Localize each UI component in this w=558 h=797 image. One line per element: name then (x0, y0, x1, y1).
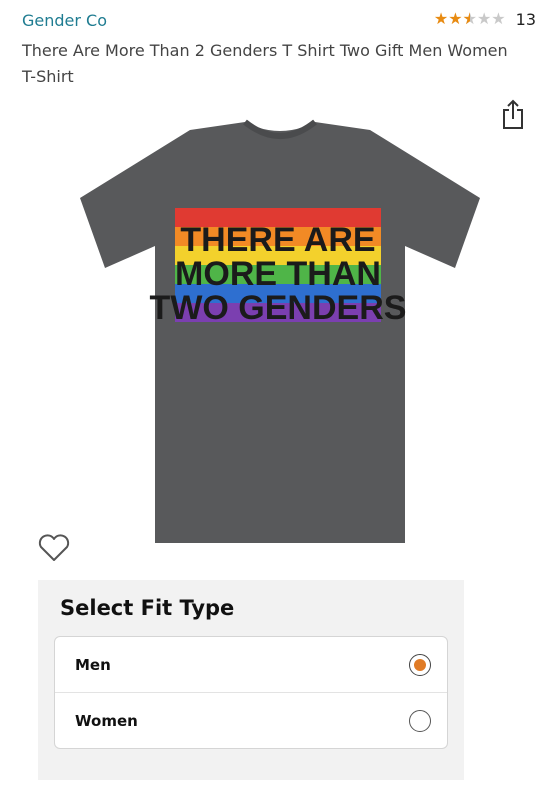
star-icon: ★ (463, 9, 477, 29)
radio-dot (414, 715, 426, 727)
share-button[interactable] (500, 98, 526, 130)
print-line-3: TWO GENDERS (150, 289, 407, 327)
wishlist-button[interactable] (37, 533, 71, 563)
rating-count[interactable]: 13 (516, 10, 536, 29)
fit-option-women[interactable]: Women (55, 692, 447, 748)
fit-option-label: Men (75, 655, 111, 674)
product-title: There Are More Than 2 Genders T Shirt Tw… (22, 41, 508, 86)
star-icon: ★ (433, 9, 449, 28)
fit-type-heading: Select Fit Type (60, 596, 235, 620)
star-rating: ★ ★ ★ ★ ★ (434, 9, 506, 29)
rating[interactable]: ★ ★ ★ ★ ★ 13 (434, 9, 536, 29)
radio-dot (414, 658, 426, 671)
fit-type-options: Men Women (54, 636, 448, 749)
radio-button[interactable] (409, 653, 431, 676)
brand-link[interactable]: Gender Co (22, 11, 107, 30)
fit-option-men[interactable]: Men (55, 637, 447, 692)
radio-button[interactable] (409, 709, 431, 732)
tshirt-shape (80, 122, 480, 543)
fit-type-selector: Select Fit Type Men Women (38, 580, 464, 780)
heart-icon (38, 534, 70, 561)
product-image[interactable]: THERE ARE MORE THAN TWO GENDERS (60, 118, 500, 558)
print-line-2: MORE THAN (175, 255, 381, 293)
fit-option-label: Women (75, 711, 138, 730)
star-icon: ★ (491, 9, 506, 28)
print-line-1: THERE ARE (180, 221, 375, 259)
star-icon: ★ (448, 9, 463, 28)
star-icon: ★ (476, 9, 492, 28)
share-icon (503, 99, 523, 129)
